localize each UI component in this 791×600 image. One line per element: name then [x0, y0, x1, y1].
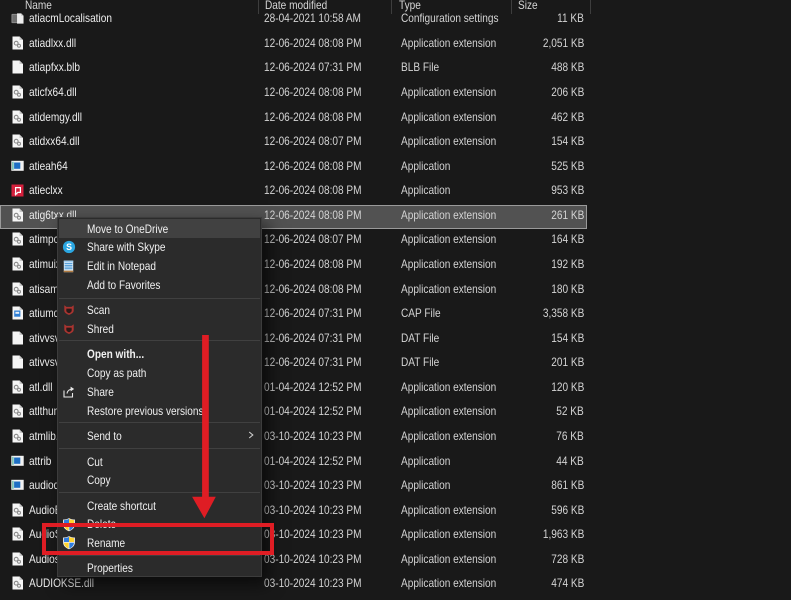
- svg-text:S: S: [66, 243, 72, 253]
